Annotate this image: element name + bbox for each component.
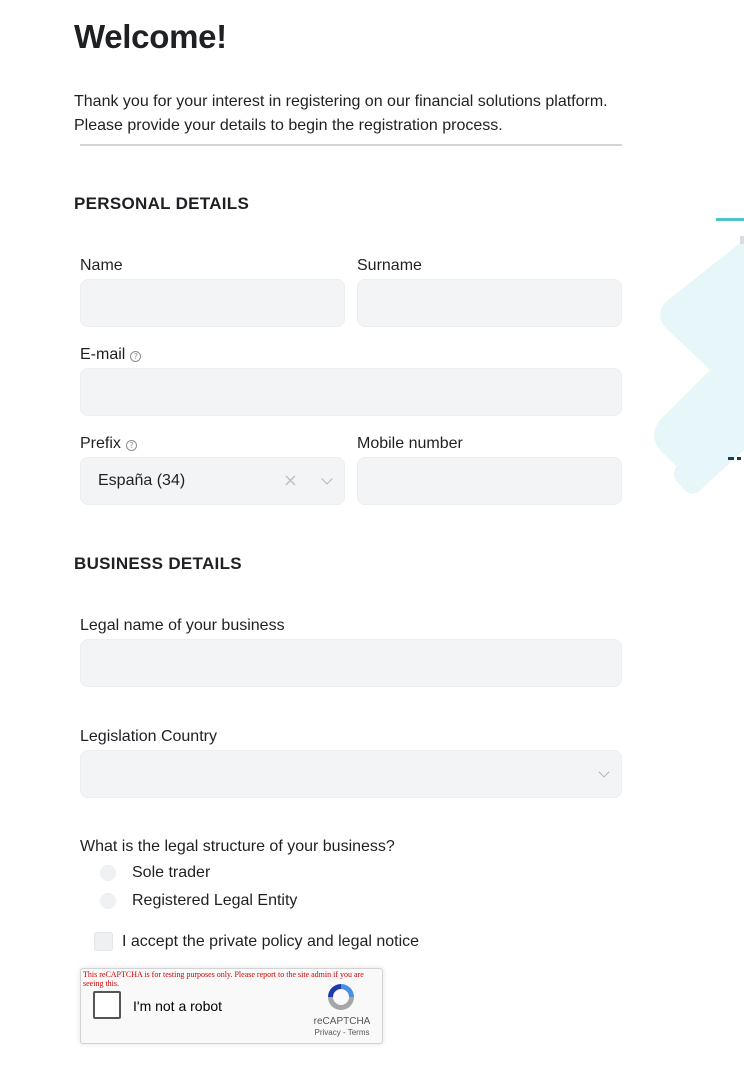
radio-option-registered-entity[interactable]: Registered Legal Entity bbox=[100, 892, 297, 910]
surname-label: Surname bbox=[357, 256, 422, 276]
recaptcha-logo-icon bbox=[328, 984, 354, 1010]
mobile-label-text: Mobile number bbox=[357, 435, 463, 452]
name-input[interactable] bbox=[80, 279, 345, 327]
mobile-input[interactable] bbox=[357, 457, 622, 505]
prefix-label-text: Prefix bbox=[80, 435, 121, 452]
legal-name-label-text: Legal name of your business bbox=[80, 617, 285, 634]
structure-question: What is the legal structure of your busi… bbox=[80, 837, 395, 857]
page-title: Welcome! bbox=[74, 18, 227, 55]
surname-label-text: Surname bbox=[357, 257, 422, 274]
info-circle-icon[interactable]: ? bbox=[130, 351, 142, 362]
prefix-value: España (34) bbox=[98, 472, 186, 489]
chevron-down-icon[interactable] bbox=[598, 766, 610, 778]
recaptcha-brand: reCAPTCHA bbox=[313, 1016, 371, 1027]
name-label: Name bbox=[80, 256, 123, 276]
email-label-text: E-mail bbox=[80, 346, 126, 363]
prefix-select[interactable]: España (34) × bbox=[80, 457, 345, 505]
chevron-down-icon[interactable] bbox=[321, 473, 333, 485]
radio-label: Sole trader bbox=[132, 864, 211, 881]
country-label: Legislation Country bbox=[80, 727, 217, 747]
mobile-label: Mobile number bbox=[357, 434, 463, 454]
radio-button[interactable] bbox=[100, 893, 116, 909]
legal-name-label: Legal name of your business bbox=[80, 616, 285, 636]
structure-question-text: What is the legal structure of your busi… bbox=[80, 838, 395, 855]
radio-option-sole-trader[interactable]: Sole trader bbox=[100, 864, 210, 882]
radio-button[interactable] bbox=[100, 865, 116, 881]
recaptcha-label: I'm not a robot bbox=[133, 998, 223, 1014]
recaptcha-links[interactable]: Privacy - Terms bbox=[309, 1028, 375, 1037]
registration-page: Welcome! Thank you for your interest in … bbox=[0, 0, 744, 1068]
email-label: E-mail ? bbox=[80, 345, 142, 365]
email-input[interactable] bbox=[80, 368, 622, 416]
clear-x-icon[interactable]: × bbox=[283, 470, 298, 492]
recaptcha-widget: This reCAPTCHA is for testing purposes o… bbox=[80, 968, 383, 1044]
country-label-text: Legislation Country bbox=[80, 728, 217, 745]
recaptcha-checkbox[interactable] bbox=[93, 991, 121, 1019]
section-title-personal: PERSONAL DETAILS bbox=[74, 194, 250, 213]
radio-label: Registered Legal Entity bbox=[132, 892, 298, 909]
prefix-label: Prefix ? bbox=[80, 434, 137, 454]
accept-policy-row[interactable]: I accept the private policy and legal no… bbox=[94, 932, 419, 951]
decorative-graphic bbox=[654, 218, 744, 494]
divider bbox=[80, 144, 622, 146]
intro-text: Thank you for your interest in registeri… bbox=[74, 93, 608, 134]
country-select[interactable] bbox=[80, 750, 622, 798]
name-label-text: Name bbox=[80, 257, 123, 274]
surname-input[interactable] bbox=[357, 279, 622, 327]
accept-policy-checkbox[interactable] bbox=[94, 932, 113, 951]
section-title-business: BUSINESS DETAILS bbox=[74, 554, 242, 573]
legal-name-input[interactable] bbox=[80, 639, 622, 687]
accept-policy-label: I accept the private policy and legal no… bbox=[122, 932, 420, 950]
info-circle-icon[interactable]: ? bbox=[125, 440, 137, 451]
